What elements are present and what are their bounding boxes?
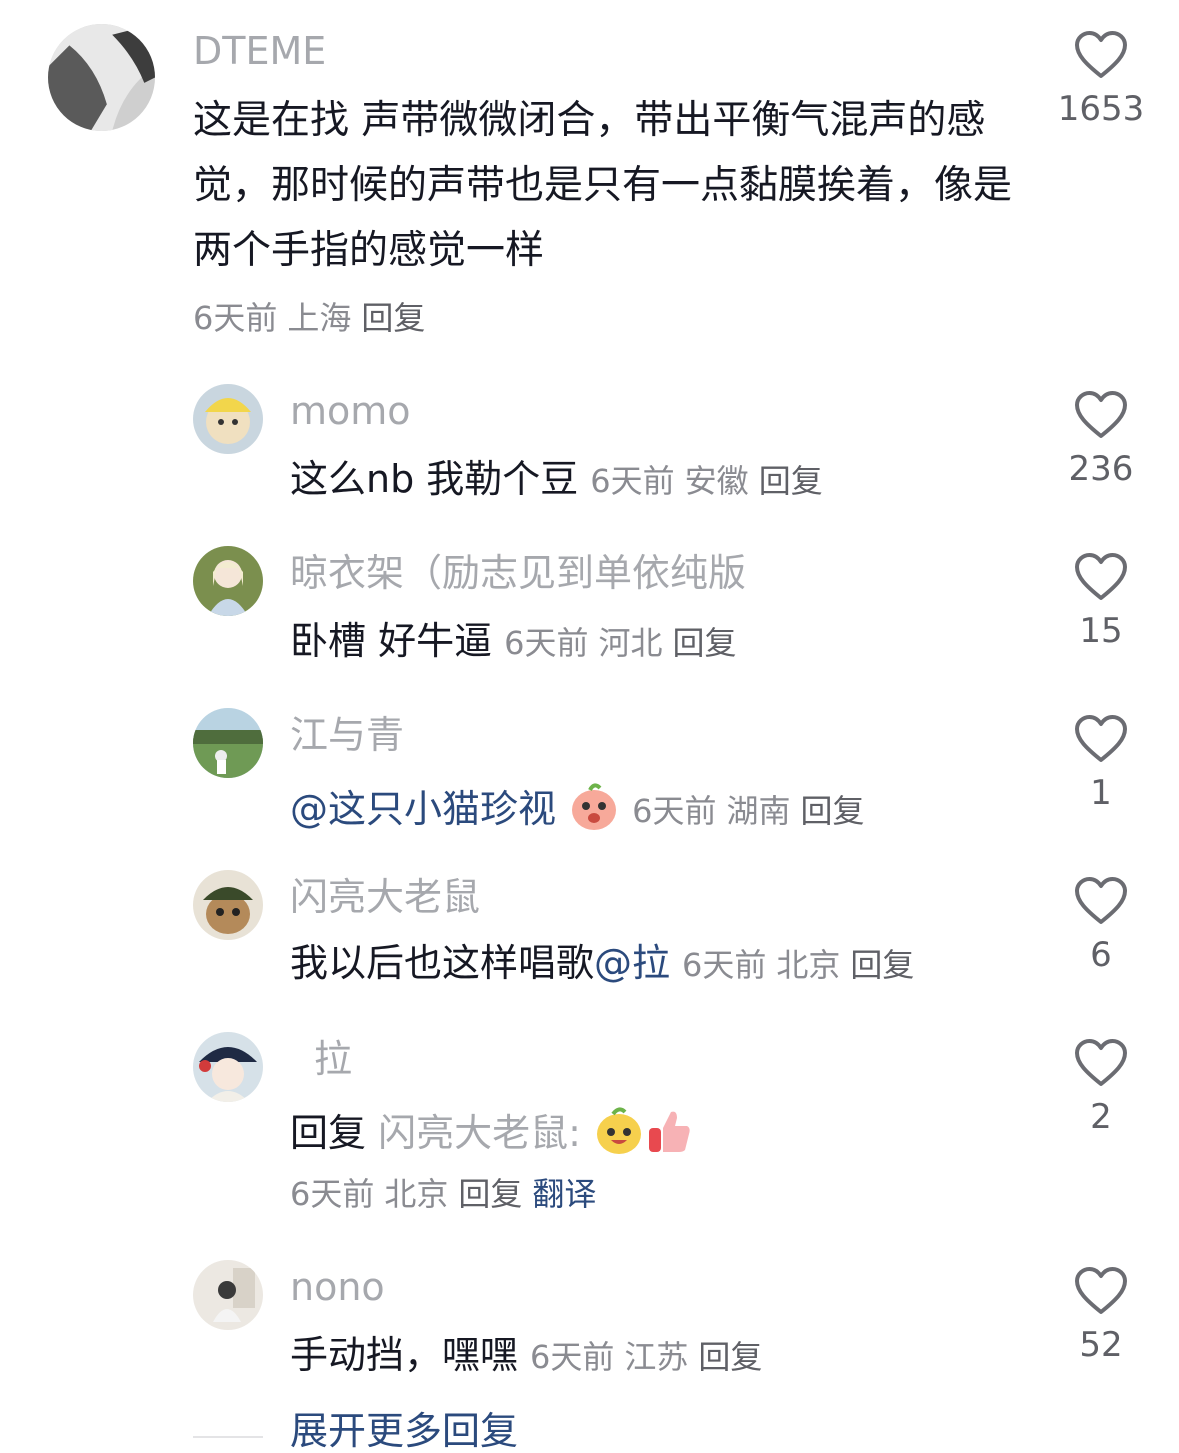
reply-prefix: 回复 [290,1111,367,1155]
avatar[interactable] [193,546,263,616]
username[interactable]: 江与青 [290,716,404,754]
mention-link[interactable]: @拉 [594,941,670,985]
heart-outline-icon [1075,391,1127,438]
reply-location: 湖南 [726,792,791,830]
reply-text-line: 我以后也这样唱歌@拉 6天前 北京 回复 [290,944,924,982]
like-button[interactable]: 236 [1041,390,1161,486]
reply-location: 北京 [776,946,841,984]
username[interactable]: DTEME [193,32,326,70]
reply-time: 6天前 [504,624,589,662]
avatar[interactable] [193,708,263,778]
reply-button[interactable]: 回复 [850,946,914,984]
avatar[interactable] [193,870,263,940]
reply-text-line: 手动挡，嘿嘿 6天前 江苏 回复 [290,1336,772,1374]
heart-outline-icon [1075,877,1127,924]
reply-text-line: 回复 闪亮大老鼠: [290,1106,693,1162]
like-count: 6 [1090,935,1112,975]
comment-text: 这是在找 声带微微闭合，带出平衡气混声的感觉，那时候的声带也是只有一点黏膜挨着，… [193,98,1013,273]
reply-button[interactable]: 回复 [458,1175,522,1213]
reply-button[interactable]: 回复 [698,1338,762,1376]
like-count: 1653 [1057,89,1145,129]
heart-outline-icon [1075,715,1127,762]
like-count: 1 [1090,773,1112,813]
heart-outline-icon [1075,1267,1127,1314]
comment-location: 上海 [287,299,352,337]
reply-time: 6天前 [290,1175,375,1213]
comment-meta: 6天前 上海 回复 [193,302,435,334]
reply-text-line: 这么nb 我勒个豆 6天前 安徽 回复 [290,460,833,498]
comment-time: 6天前 [193,299,278,337]
like-count: 236 [1068,449,1134,489]
avatar[interactable] [193,384,263,454]
username[interactable]: nono [290,1268,385,1306]
username[interactable]: momo [290,392,411,430]
reply-button[interactable]: 回复 [361,299,425,337]
reply-location: 江苏 [624,1338,689,1376]
reply-text: 手动挡，嘿嘿 [290,1333,519,1377]
reply-text: 这么nb 我勒个豆 [290,457,579,501]
like-button[interactable]: 15 [1041,552,1161,648]
heart-outline-icon [1075,553,1127,600]
reply-time: 6天前 [530,1338,615,1376]
heart-outline-icon [1075,1039,1127,1086]
mention-link[interactable]: @这只小猫珍视 [290,787,556,831]
reply-text-line: 卧槽 好牛逼 6天前 河北 回复 [290,622,747,660]
blush-emoji-icon [568,782,620,838]
like-button[interactable]: 6 [1041,876,1161,972]
like-count: 2 [1090,1097,1112,1137]
reply-meta: 6天前 北京 回复 翻译 [290,1178,606,1210]
divider [193,1436,263,1438]
avatar[interactable] [193,1032,263,1102]
heart-outline-icon [1075,31,1127,78]
reply-text-line: @这只小猫珍视 6天前 湖南 回复 [290,782,875,838]
grin-emoji-icon [593,1106,645,1162]
reply-button[interactable]: 回复 [801,792,865,830]
avatar[interactable] [193,1260,263,1330]
reply-location: 河北 [598,624,663,662]
avatar[interactable] [48,24,155,131]
reply-time: 6天前 [590,462,675,500]
reply-time: 6天前 [682,946,767,984]
like-count: 52 [1079,1325,1123,1365]
thumbs-up-icon [645,1106,693,1162]
reply-text: 卧槽 好牛逼 [290,619,493,663]
reply-to-user[interactable]: 闪亮大老鼠: [378,1111,581,1155]
expand-replies-button[interactable]: 展开更多回复 [290,1412,518,1450]
reply-button[interactable]: 回复 [759,462,823,500]
reply-button[interactable]: 回复 [672,624,736,662]
like-button[interactable]: 2 [1041,1038,1161,1134]
reply-location: 安徽 [684,462,749,500]
like-count: 15 [1079,611,1123,651]
username[interactable]: 闪亮大老鼠 [290,878,480,916]
reply-text: 我以后也这样唱歌 [290,941,595,985]
reply-location: 北京 [384,1175,449,1213]
translate-button[interactable]: 翻译 [532,1175,596,1213]
username[interactable]: 拉 [314,1040,352,1078]
reply-time: 6天前 [632,792,717,830]
username[interactable]: 晾衣架（励志见到单依纯版 [290,554,746,592]
like-button[interactable]: 1653 [1041,30,1161,126]
like-button[interactable]: 52 [1041,1266,1161,1362]
like-button[interactable]: 1 [1041,714,1161,810]
